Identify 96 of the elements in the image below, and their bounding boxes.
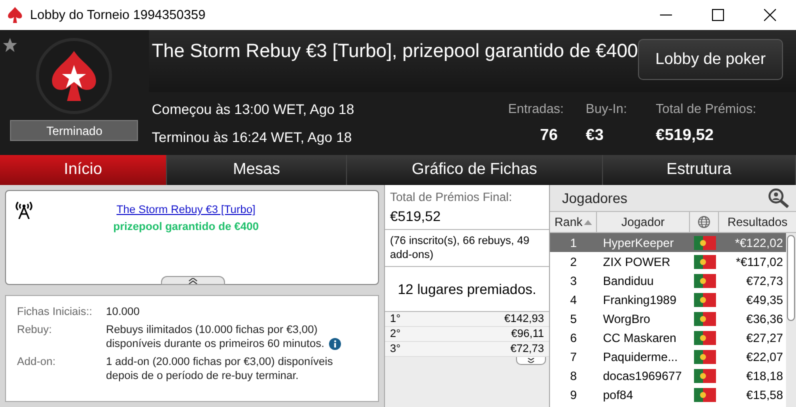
- player-row[interactable]: 4 Franking1989 €49,35: [550, 290, 786, 309]
- antenna-icon: [14, 199, 34, 219]
- payout-place: 2°: [390, 326, 401, 342]
- stat-value: €3: [586, 126, 605, 146]
- player-name: Bandiduu: [602, 272, 655, 290]
- player-row[interactable]: 9 pof84 €15,58: [550, 385, 786, 404]
- payout-place: 1°: [390, 312, 401, 327]
- rank-cell-text: 9: [569, 386, 578, 404]
- flag-icon: [694, 254, 716, 268]
- double-caret-down-icon: [527, 358, 535, 363]
- final-prize-amount: €519,52: [390, 207, 442, 226]
- player-row[interactable]: 2 ZIX POWER *€117,02: [550, 252, 786, 271]
- rank-cell-text: 2: [569, 254, 578, 270]
- result-cell-text: €36,36: [745, 310, 784, 328]
- column-header[interactable]: Rank: [550, 212, 597, 232]
- result-cell-text: €18,18: [745, 368, 784, 384]
- tournament-link[interactable]: The Storm Rebuy €3 [Turbo]: [116, 202, 256, 218]
- payout-place: 3°: [390, 342, 401, 357]
- flag-icon: [694, 350, 716, 364]
- stat-label: Total de Prémios:: [656, 100, 756, 118]
- rank-cell-text: 7: [569, 348, 578, 366]
- stat-label: Entradas:: [508, 100, 564, 118]
- player-name: ZIX POWER: [602, 254, 672, 270]
- result-cell-text: €27,27: [745, 330, 784, 346]
- spade-icon: [8, 7, 22, 23]
- rank-cell-text: 6: [569, 330, 578, 346]
- detail-value: 10.000: [106, 305, 141, 319]
- result-cell-text: €49,35: [745, 292, 784, 308]
- detail-value: 1 add-on (20.000 fichas por €3,00) disponíveis depois de o período de re-buy terminar.: [106, 355, 334, 383]
- payout-amount: €142,93: [504, 312, 544, 327]
- tab[interactable]: Estrutura: [603, 155, 796, 185]
- flag-icon: [694, 330, 716, 344]
- result-cell-text: *€122,02: [734, 234, 784, 252]
- rank-cell-text: 5: [569, 310, 578, 328]
- player-row[interactable]: 7 Paquiderme... €22,07: [550, 347, 786, 366]
- player-name: CC Maskaren: [602, 330, 678, 346]
- payout-amount: €96,11: [511, 326, 544, 342]
- expand-button[interactable]: [516, 357, 546, 365]
- status-ribbon: Terminado: [10, 120, 138, 141]
- player-name: Franking1989: [602, 292, 678, 308]
- double-caret-up-icon: [188, 278, 198, 284]
- close-icon[interactable]: [764, 9, 776, 21]
- detail-label: Fichas Iniciais::: [17, 305, 94, 319]
- player-name: pof84: [602, 386, 634, 404]
- search-icon[interactable]: [768, 188, 790, 208]
- end-time: Terminou às 16:24 WET, Ago 18: [152, 128, 353, 147]
- flag-icon: [694, 274, 716, 288]
- flag-icon: [694, 236, 716, 250]
- player-name: HyperKeeper: [602, 234, 675, 252]
- sort-arrow-icon: [584, 220, 592, 224]
- column-header[interactable]: Jogador: [597, 212, 690, 232]
- stat-value: 76: [540, 126, 559, 146]
- player-row[interactable]: 3 Bandiduu €72,73: [550, 271, 786, 290]
- player-row[interactable]: 1 HyperKeeper *€122,02: [550, 233, 786, 252]
- detail-value: Rebuys ilimitados (10.000 fichas por €3,00) disponíveis durante os primeiros 60 minutos.: [106, 323, 326, 351]
- column-header[interactable]: Resultados: [719, 212, 796, 232]
- result-cell-text: €22,07: [745, 348, 784, 366]
- player-row[interactable]: 8 docas1969677 €18,18: [550, 366, 786, 385]
- result-cell-text: €15,58: [745, 386, 784, 404]
- collapse-button[interactable]: [161, 276, 225, 285]
- rank-cell-text: 3: [569, 272, 578, 290]
- player-name: Paquiderme...: [602, 348, 679, 366]
- scrollbar[interactable]: [786, 233, 796, 407]
- guarantee-text: prizepool garantido de €400: [113, 220, 259, 234]
- flag-icon: [694, 292, 716, 306]
- globe-icon: [698, 216, 710, 228]
- rank-cell-text: 8: [569, 368, 578, 384]
- window-title: Lobby do Torneio 1994350359: [30, 6, 206, 24]
- player-row[interactable]: 5 WorgBro €36,36: [550, 309, 786, 328]
- flag-icon: [694, 388, 716, 402]
- tab[interactable]: Início: [0, 155, 167, 185]
- tournament-title: The Storm Rebuy €3 [Turbo], prizepool garantido de €400: [150, 40, 638, 64]
- player-row[interactable]: 6 CC Maskaren €27,27: [550, 328, 786, 347]
- tab[interactable]: Gráfico de Fichas: [347, 155, 603, 185]
- result-cell-text: *€117,02: [734, 254, 784, 270]
- rank-cell-text: 1: [569, 234, 578, 252]
- spade-logo-icon: [52, 51, 96, 101]
- stat-label: Buy-In:: [586, 100, 628, 118]
- star-icon[interactable]: [3, 38, 17, 52]
- players-title: Jogadores: [562, 188, 628, 208]
- final-prize-label: Total de Prémios Final:: [390, 189, 514, 206]
- payout-amount: €72,73: [510, 342, 544, 357]
- result-cell-text: €72,73: [745, 272, 784, 290]
- rank-cell-text: 4: [569, 292, 578, 308]
- flag-icon: [694, 368, 716, 382]
- info-icon[interactable]: [329, 338, 341, 350]
- lobby-button[interactable]: Lobby de poker: [638, 39, 783, 80]
- start-time: Começou às 13:00 WET, Ago 18: [152, 100, 356, 120]
- stat-value: €519,52: [656, 126, 715, 146]
- player-name: docas1969677: [602, 368, 683, 384]
- maximize-icon[interactable]: [712, 9, 724, 21]
- player-name: WorgBro: [602, 310, 652, 328]
- detail-label: Rebuy:: [17, 323, 53, 338]
- detail-label: Add-on:: [17, 355, 57, 370]
- flag-icon: [694, 312, 716, 326]
- tab[interactable]: Mesas: [167, 155, 347, 185]
